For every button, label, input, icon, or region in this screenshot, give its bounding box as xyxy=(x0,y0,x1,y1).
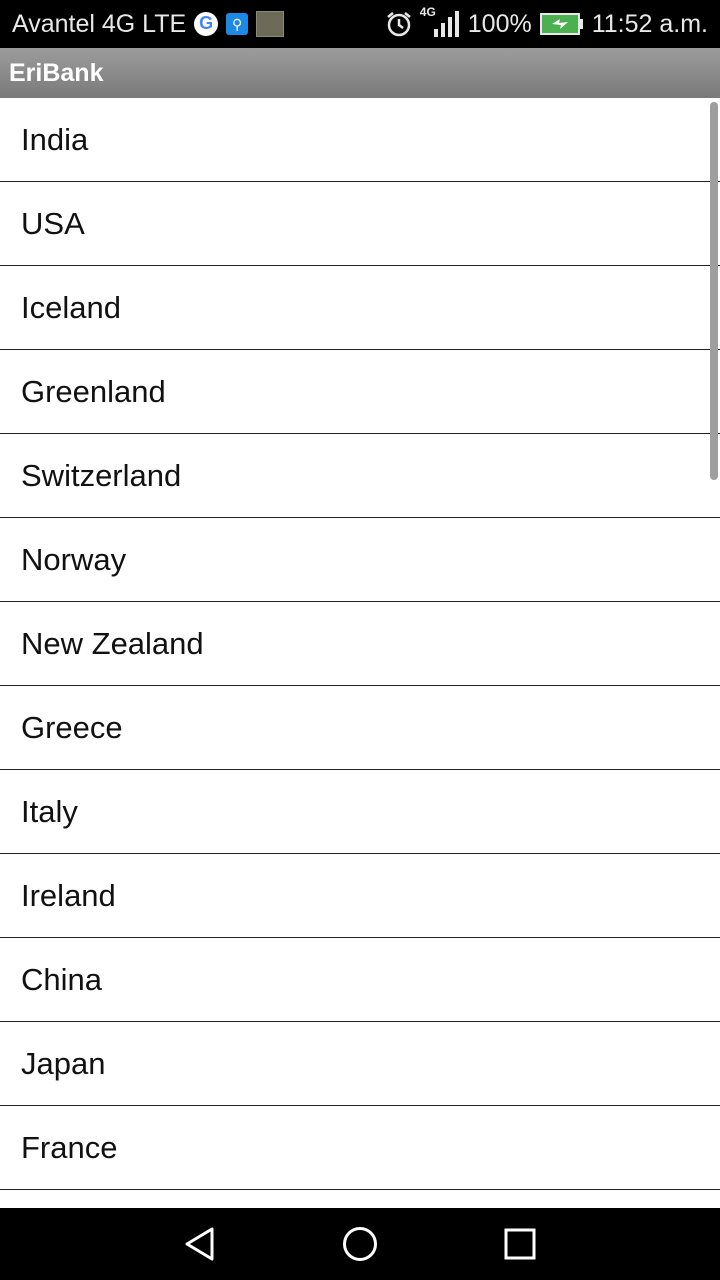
list-item-label: Switzerland xyxy=(21,457,182,493)
list-item-label: Greenland xyxy=(21,373,166,409)
list-item[interactable]: China xyxy=(0,938,720,1022)
list-item[interactable]: Iceland xyxy=(0,266,720,350)
battery-charging-icon xyxy=(539,13,583,35)
list-item[interactable] xyxy=(0,1190,720,1208)
list-item[interactable]: Italy xyxy=(0,770,720,854)
list-item[interactable]: New Zealand xyxy=(0,602,720,686)
list-item[interactable]: India xyxy=(0,98,720,182)
list-item[interactable]: Ireland xyxy=(0,854,720,938)
list-item-label: China xyxy=(21,961,102,997)
list-item[interactable]: France xyxy=(0,1106,720,1190)
list-item-label: India xyxy=(21,121,89,157)
title-bar: EriBank xyxy=(0,48,720,98)
country-list[interactable]: India USA Iceland Greenland Switzerland … xyxy=(0,98,720,1208)
list-item[interactable]: Norway xyxy=(0,518,720,602)
list-item-label: USA xyxy=(21,205,85,241)
back-icon[interactable] xyxy=(182,1226,218,1262)
recent-apps-icon[interactable] xyxy=(502,1226,538,1262)
list-item[interactable]: Switzerland xyxy=(0,434,720,518)
google-icon xyxy=(194,12,219,36)
list-item-label: New Zealand xyxy=(21,625,204,661)
home-icon[interactable] xyxy=(342,1226,378,1262)
clock: 11:52 a.m. xyxy=(591,9,708,38)
list-item-label: Norway xyxy=(21,541,127,577)
alarm-icon xyxy=(386,12,411,37)
list-item-label: France xyxy=(21,1129,118,1165)
list-item[interactable]: Japan xyxy=(0,1022,720,1106)
list-item[interactable]: Greece xyxy=(0,686,720,770)
list-item[interactable]: Greenland xyxy=(0,350,720,434)
carrier-label: Avantel 4G LTE xyxy=(12,9,187,38)
list-item-label: Japan xyxy=(21,1045,106,1081)
battery-percent: 100% xyxy=(467,9,532,38)
list-item-label: Iceland xyxy=(21,289,121,325)
list-item-label: Italy xyxy=(21,793,78,829)
list-item-label: Ireland xyxy=(21,877,116,913)
status-bar: Avantel 4G LTE ⚲ 4G 100% 11:52 a.m. xyxy=(0,0,720,48)
scrollbar[interactable] xyxy=(710,102,718,480)
app-title: EriBank xyxy=(9,59,104,87)
list-item[interactable]: USA xyxy=(0,182,720,266)
photo-notification-icon xyxy=(256,11,285,37)
navigation-bar xyxy=(0,1208,720,1280)
list-item-label: Greece xyxy=(21,709,123,745)
signal-icon: 4G xyxy=(420,5,460,39)
usb-icon: ⚲ xyxy=(226,13,249,35)
